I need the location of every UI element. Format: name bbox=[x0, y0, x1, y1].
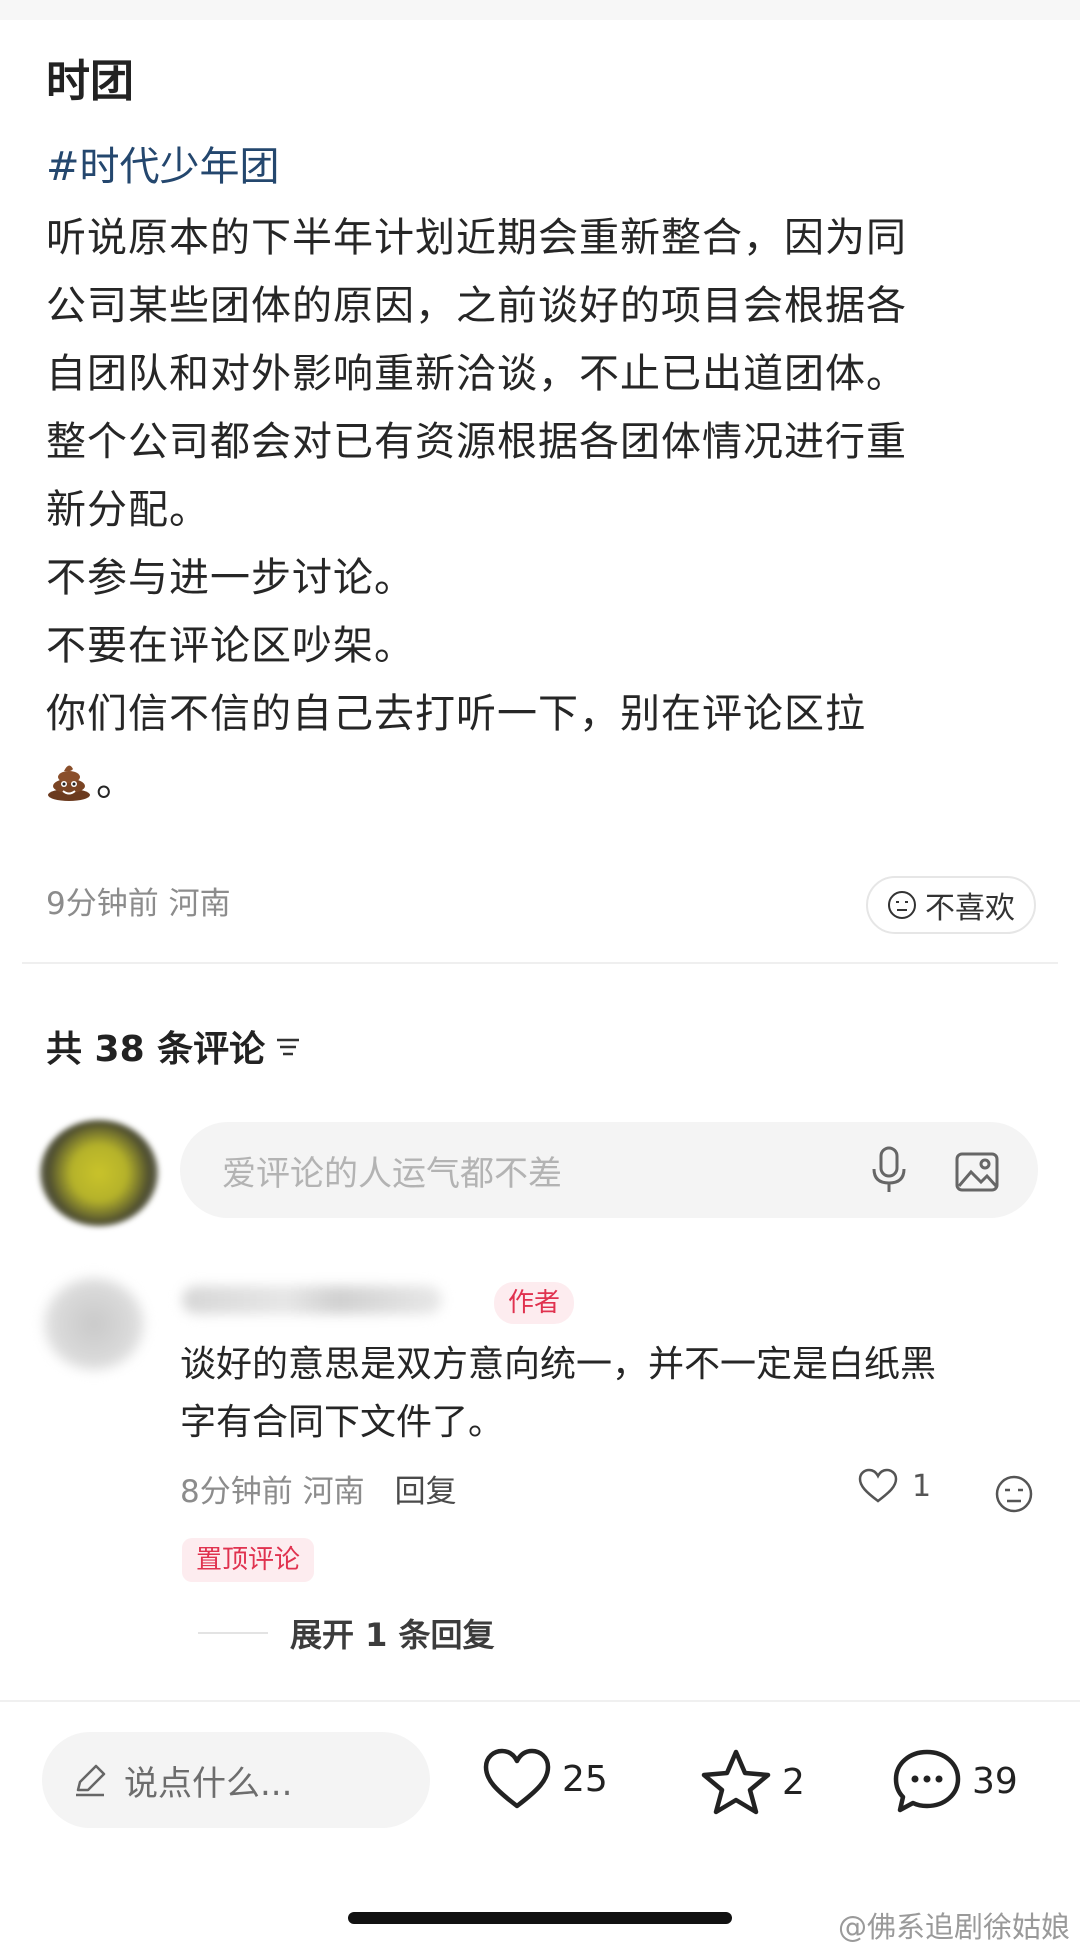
dislike-label: 不喜欢 bbox=[925, 891, 1015, 926]
watermark: @佛系追剧徐姑娘 bbox=[838, 1910, 1071, 1944]
post-title: 时团 bbox=[46, 56, 134, 107]
post-line-last: 。 bbox=[46, 748, 1046, 816]
comment-count: 共 38 条评论 bbox=[46, 1029, 266, 1070]
post-line: 新分配。 bbox=[46, 487, 210, 533]
heart-icon bbox=[483, 1748, 551, 1809]
expand-divider bbox=[198, 1632, 268, 1634]
comment-line: 字有合同下文件了。 bbox=[180, 1402, 505, 1443]
comments-button[interactable]: 39 bbox=[892, 1748, 1018, 1814]
dislike-button[interactable]: 不喜欢 bbox=[866, 876, 1036, 934]
post-line: 不要在评论区吵架。 bbox=[46, 623, 415, 669]
post-meta: 9分钟前 河南 bbox=[46, 886, 231, 922]
author-badge: 作者 bbox=[494, 1282, 575, 1324]
comment-count-bottom: 39 bbox=[972, 1760, 1018, 1802]
pinned-badge: 置顶评论 bbox=[182, 1538, 315, 1582]
comment-bubble-icon bbox=[893, 1749, 961, 1813]
section-divider bbox=[22, 962, 1058, 964]
comment-like-count: 1 bbox=[912, 1468, 932, 1504]
like-button[interactable]: 25 bbox=[482, 1748, 608, 1810]
bottom-bar-divider bbox=[0, 1700, 1080, 1702]
user-avatar bbox=[40, 1120, 158, 1226]
favorite-button[interactable]: 2 bbox=[700, 1748, 805, 1816]
expand-replies-button[interactable]: 展开 1 条回复 bbox=[290, 1610, 495, 1656]
comment-text: 谈好的意思是双方意向统一，并不一定是白纸黑 字有合同下文件了。 bbox=[180, 1336, 1020, 1452]
comment-like-button[interactable]: 1 bbox=[858, 1468, 931, 1504]
expressionless-face-icon[interactable] bbox=[994, 1474, 1034, 1514]
like-count: 25 bbox=[562, 1758, 608, 1800]
poop-emoji-icon bbox=[48, 765, 90, 801]
post-line: 不参与进一步讨论。 bbox=[46, 555, 415, 601]
post-line: 听说原本的下半年计划近期会重新整合，因为同 bbox=[46, 215, 907, 261]
post-line: 公司某些团体的原因，之前谈好的项目会根据各 bbox=[46, 283, 907, 329]
post-line: 自团队和对外影响重新洽谈，不止已出道团体。 bbox=[46, 351, 907, 397]
status-area bbox=[0, 0, 1080, 20]
favorite-count: 2 bbox=[782, 1761, 805, 1803]
home-indicator[interactable] bbox=[348, 1912, 732, 1924]
reply-button[interactable]: 回复 bbox=[395, 1466, 457, 1511]
sort-icon[interactable] bbox=[275, 1034, 303, 1058]
bottom-comment-input[interactable]: 说点什么... bbox=[42, 1732, 430, 1828]
pencil-icon bbox=[76, 1764, 106, 1797]
heart-icon bbox=[858, 1468, 898, 1503]
image-icon[interactable] bbox=[954, 1150, 1000, 1194]
comment-time-location: 8分钟前 河南 bbox=[180, 1474, 365, 1510]
comment-line: 谈好的意思是双方意向统一，并不一定是白纸黑 bbox=[180, 1344, 937, 1385]
post-line-suffix: 。 bbox=[96, 759, 137, 805]
post-line: 你们信不信的自己去打听一下，别在评论区拉 bbox=[46, 691, 866, 737]
neutral-face-icon bbox=[888, 891, 916, 919]
commenter-avatar[interactable] bbox=[44, 1278, 144, 1370]
bottom-input-placeholder: 说点什么... bbox=[124, 1763, 293, 1804]
post-body: 听说原本的下半年计划近期会重新整合，因为同 公司某些团体的原因，之前谈好的项目会… bbox=[46, 204, 1046, 816]
star-icon bbox=[701, 1749, 771, 1815]
post-line: 整个公司都会对已有资源根据各团体情况进行重 bbox=[46, 419, 907, 465]
hashtag-link[interactable]: #时代少年团 bbox=[46, 138, 280, 196]
comment-input-placeholder: 爱评论的人运气都不差 bbox=[222, 1153, 562, 1194]
commenter-name[interactable] bbox=[182, 1286, 442, 1314]
comments-header[interactable]: 共 38 条评论 bbox=[46, 1020, 303, 1072]
comment-meta: 8分钟前 河南 回复 bbox=[180, 1466, 457, 1511]
microphone-icon[interactable] bbox=[868, 1145, 910, 1195]
